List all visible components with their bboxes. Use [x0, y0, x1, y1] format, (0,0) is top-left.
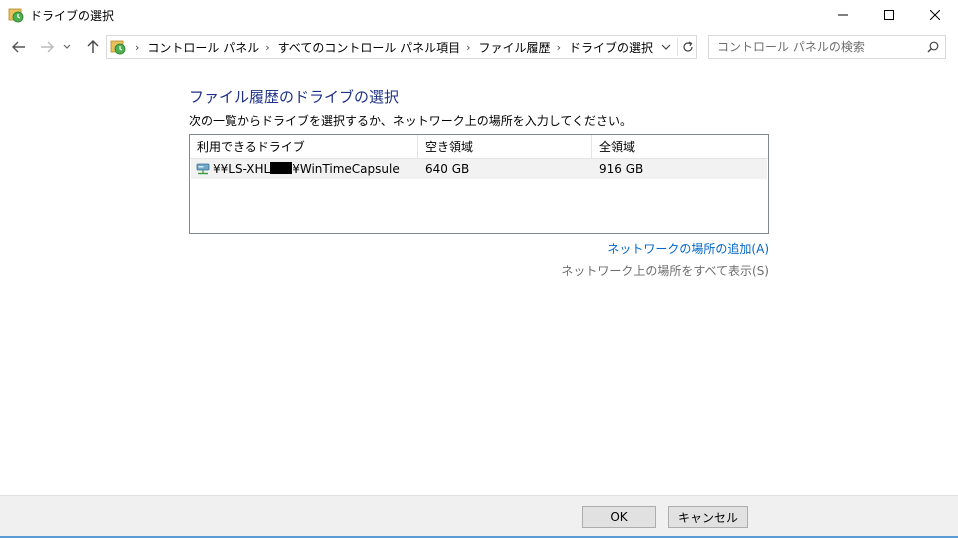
- drive-name-suffix: ¥WinTimeCapsule: [292, 162, 400, 176]
- breadcrumb-all-items[interactable]: すべてのコントロール パネル項目: [278, 39, 461, 56]
- up-button[interactable]: [82, 36, 104, 58]
- file-history-icon: [110, 39, 126, 55]
- back-button[interactable]: [8, 36, 30, 58]
- redaction-block: [270, 162, 293, 174]
- drive-list-header: 利用できるドライブ 空き領域 全領域: [190, 135, 768, 159]
- address-dropdown-button[interactable]: [656, 36, 676, 58]
- address-bar[interactable]: › コントロール パネル › すべてのコントロール パネル項目 › ファイル履歴…: [106, 35, 697, 59]
- search-icon: [927, 41, 939, 53]
- minimize-icon: [838, 14, 848, 16]
- navigation-bar: › コントロール パネル › すべてのコントロール パネル項目 › ファイル履歴…: [0, 32, 958, 62]
- title-bar: ドライブの選択: [0, 0, 958, 30]
- table-row[interactable]: ¥¥LS-XHL ¥WinTimeCapsule 640 GB 916 GB: [191, 159, 767, 179]
- chevron-down-icon: [63, 44, 71, 49]
- recent-locations-button[interactable]: [60, 36, 74, 58]
- chevron-right-icon[interactable]: ›: [265, 41, 269, 54]
- show-all-network-locations-link[interactable]: ネットワーク上の場所をすべて表示(S): [560, 262, 769, 279]
- ok-button[interactable]: OK: [582, 506, 656, 528]
- breadcrumb-file-history[interactable]: ファイル履歴: [479, 39, 551, 56]
- total-space-cell: 916 GB: [599, 162, 644, 176]
- column-header-free-space[interactable]: 空き領域: [418, 135, 592, 159]
- page-title: ファイル履歴のドライブの選択: [189, 88, 400, 106]
- close-button[interactable]: [912, 0, 958, 30]
- forward-arrow-icon: [41, 41, 54, 53]
- refresh-icon: [682, 41, 693, 52]
- up-arrow-icon: [87, 40, 99, 53]
- free-space-cell: 640 GB: [425, 162, 470, 176]
- column-header-total-space[interactable]: 全領域: [592, 135, 768, 159]
- chevron-right-icon[interactable]: ›: [557, 41, 561, 54]
- network-drive-icon: [196, 162, 210, 176]
- search-box: [708, 35, 946, 59]
- drive-name-prefix: ¥¥LS-XHL: [213, 162, 271, 176]
- file-history-icon: [8, 7, 24, 23]
- column-header-available-drives[interactable]: 利用できるドライブ: [190, 135, 418, 159]
- maximize-button[interactable]: [866, 0, 912, 30]
- cancel-button[interactable]: キャンセル: [668, 506, 748, 528]
- drive-selection-window: ドライブの選択 › コントロール パネル › すべてのコントロール パネル項目 …: [0, 0, 958, 538]
- breadcrumb-control-panel[interactable]: コントロール パネル: [147, 39, 259, 56]
- breadcrumb-select-drive[interactable]: ドライブの選択: [569, 39, 653, 56]
- chevron-right-icon: ›: [135, 40, 140, 54]
- minimize-button[interactable]: [820, 0, 866, 30]
- back-arrow-icon: [12, 41, 25, 53]
- breadcrumb: › コントロール パネル › すべてのコントロール パネル項目 › ファイル履歴…: [129, 36, 653, 58]
- drive-list[interactable]: 利用できるドライブ 空き領域 全領域 ¥¥LS-XHL ¥WinTimeCapsu…: [189, 134, 769, 234]
- maximize-icon: [884, 10, 894, 20]
- add-network-location-link[interactable]: ネットワークの場所の追加(A): [600, 240, 769, 257]
- dialog-footer: OK キャンセル: [0, 495, 958, 538]
- window-title: ドライブの選択: [30, 9, 115, 23]
- chevron-right-icon[interactable]: ›: [466, 41, 470, 54]
- refresh-button[interactable]: [678, 36, 697, 58]
- search-button[interactable]: [923, 38, 943, 56]
- instruction-text: 次の一覧からドライブを選択するか、ネットワーク上の場所を入力してください。: [189, 114, 633, 128]
- drive-name-cell: ¥¥LS-XHL ¥WinTimeCapsule: [213, 159, 400, 179]
- search-input[interactable]: [709, 36, 919, 58]
- close-icon: [930, 10, 940, 20]
- chevron-down-icon: [661, 44, 671, 50]
- forward-button[interactable]: [36, 36, 58, 58]
